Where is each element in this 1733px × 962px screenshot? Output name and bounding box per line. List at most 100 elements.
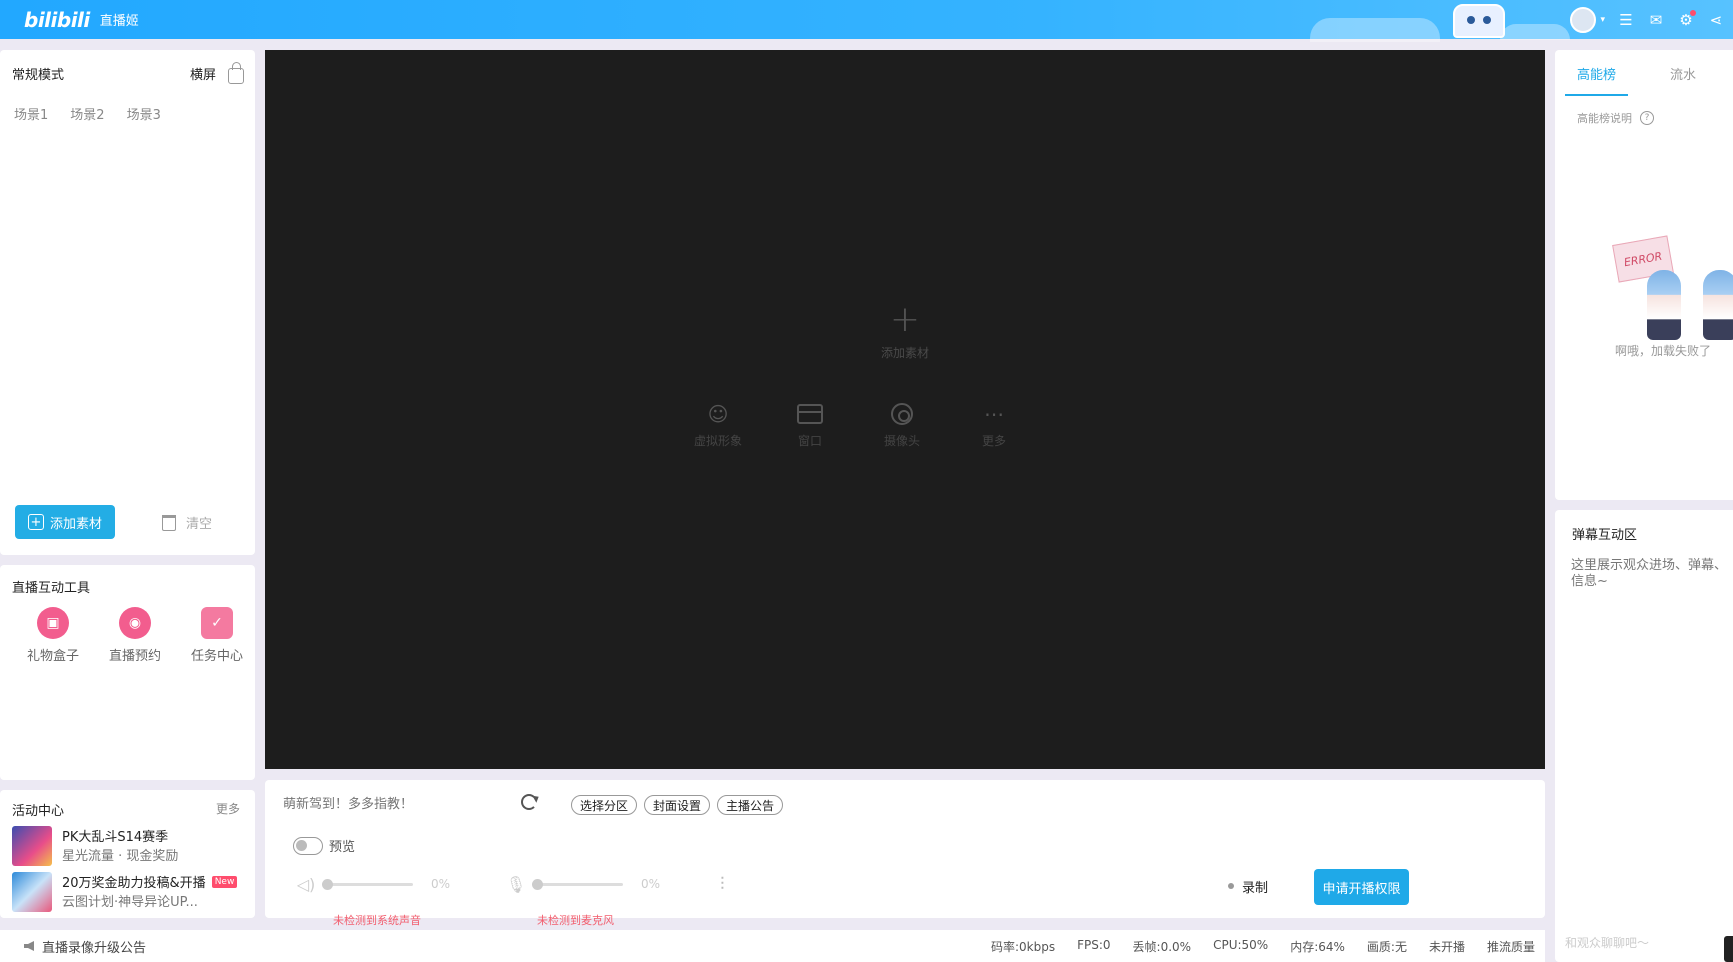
- activity-thumbnail: [12, 826, 52, 866]
- chibi-character: [1703, 270, 1733, 340]
- system-audio-control: ◁) 0%: [295, 874, 450, 894]
- tab-scene-1[interactable]: 场景1: [14, 104, 48, 123]
- cloud-decoration: [1310, 18, 1440, 42]
- window-edge-handle: [1724, 936, 1733, 962]
- lock-icon[interactable]: [228, 61, 244, 84]
- clear-button[interactable]: 清空: [162, 513, 212, 532]
- activity-title: 活动中心: [12, 804, 65, 819]
- tool-gift-box[interactable]: ▣ 礼物盒子: [22, 607, 84, 664]
- orientation-toggle[interactable]: 横屏: [190, 64, 216, 83]
- tool-label: 任务中心: [190, 649, 243, 664]
- speaker-icon[interactable]: ◁): [295, 874, 317, 894]
- source-label: 虚拟形象: [693, 434, 742, 448]
- system-volume-percent: 0%: [431, 877, 451, 891]
- interaction-tools-panel: 直播互动工具 ▣ 礼物盒子 ◉ 直播预约 ✓ 任务中心: [0, 565, 255, 780]
- record-button[interactable]: 录制: [1205, 869, 1291, 903]
- record-label: 录制: [1241, 880, 1268, 896]
- mixer-icon[interactable]: ⫶: [720, 874, 725, 895]
- mic-warning: 未检测到麦克风: [537, 914, 614, 927]
- mail-icon[interactable]: ✉: [1647, 11, 1665, 29]
- stat-quality: 画质:无: [1366, 939, 1407, 954]
- top-right-controls: ▾ ☰ ✉ ⚙ ⋖: [1570, 7, 1725, 33]
- activity-item[interactable]: 20万奖金助力投稿&开播 New 云图计划·神导异论UP...: [12, 872, 250, 912]
- status-bar: 直播录像升级公告 码率:0kbps FPS:0 丢帧:0.0% CPU:50% …: [0, 930, 1545, 962]
- tool-task-center[interactable]: ✓ 任务中心: [186, 607, 248, 664]
- plus-icon: +: [889, 299, 921, 340]
- stream-quality-link[interactable]: 推流质量: [1487, 938, 1535, 955]
- activity-name: PK大乱斗S14赛季: [62, 830, 169, 845]
- scene-panel: 常规模式 横屏 场景1 场景2 场景3 + 添加素材 清空: [0, 50, 255, 555]
- share-icon[interactable]: ⋖: [1707, 11, 1725, 29]
- user-avatar[interactable]: [1570, 7, 1597, 33]
- tab-flow[interactable]: 流水: [1670, 64, 1696, 83]
- mascot-icon: [1453, 4, 1505, 38]
- load-fail-text: 啊哦，加载失败了: [1615, 344, 1712, 358]
- settings-icon[interactable]: ⚙: [1677, 10, 1696, 29]
- microphone-icon[interactable]: 🎙: [505, 874, 527, 894]
- source-camera[interactable]: 摄像头: [874, 400, 930, 449]
- source-more[interactable]: ⋯ 更多: [966, 400, 1022, 449]
- mic-volume-percent: 0%: [641, 877, 661, 891]
- question-icon: ?: [1640, 111, 1654, 125]
- mode-selector[interactable]: 常规模式: [12, 64, 64, 83]
- bilibili-logo: bilibili: [24, 7, 90, 32]
- live-title-input[interactable]: [283, 790, 513, 818]
- add-source-center[interactable]: + 添加素材: [855, 302, 955, 361]
- source-virtual-avatar[interactable]: ☺ 虚拟形象: [690, 400, 746, 449]
- activity-item[interactable]: PK大乱斗S14赛季 星光流量 · 现金奖励: [12, 826, 250, 866]
- rank-help[interactable]: 高能榜说明 ?: [1577, 110, 1654, 126]
- add-source-button[interactable]: + 添加素材: [15, 505, 115, 539]
- live-control-panel: 选择分区 封面设置 主播公告 预览 ◁) 0% 未检测到系统声音 🎙 0% 未检…: [265, 780, 1545, 927]
- source-label: 更多: [981, 434, 1006, 448]
- mic-volume-slider[interactable]: [532, 878, 623, 890]
- danmaku-panel: 弹幕互动区 这里展示观众进场、弹幕、信息~ 和观众聊聊吧～: [1555, 510, 1733, 962]
- window-icon: [796, 400, 824, 428]
- danmaku-input[interactable]: 和观众聊聊吧～: [1565, 934, 1705, 951]
- tools-title: 直播互动工具: [12, 581, 91, 596]
- refresh-icon[interactable]: [521, 794, 537, 810]
- menu-icon[interactable]: ☰: [1617, 11, 1635, 29]
- toggle-switch[interactable]: [293, 836, 323, 855]
- slider-knob[interactable]: [322, 878, 333, 890]
- tool-live-reservation[interactable]: ◉ 直播预约: [104, 607, 166, 664]
- rank-tabs: 高能榜 流水: [1564, 50, 1696, 96]
- system-volume-slider[interactable]: [322, 878, 413, 890]
- danmaku-description: 这里展示观众进场、弹幕、信息~: [1571, 558, 1728, 589]
- tab-scene-3[interactable]: 场景3: [127, 104, 161, 123]
- chevron-down-icon[interactable]: ▾: [1600, 15, 1605, 25]
- announcement-icon: [24, 941, 34, 951]
- stat-memory: 内存:64%: [1290, 939, 1345, 954]
- activity-name: 20万奖金助力投稿&开播: [62, 876, 206, 891]
- scene-tabs: 场景1 场景2 场景3: [14, 104, 161, 123]
- stream-stats: 码率:0kbps FPS:0 丢帧:0.0% CPU:50% 内存:64% 画质…: [991, 938, 1535, 955]
- activity-text: 20万奖金助力投稿&开播 New 云图计划·神导异论UP...: [62, 872, 238, 912]
- activity-thumbnail: [12, 872, 52, 912]
- announcement-button[interactable]: 主播公告: [717, 795, 784, 815]
- notice-text: 直播录像升级公告: [42, 940, 147, 956]
- preview-canvas[interactable]: + 添加素材 ☺ 虚拟形象 窗口 摄像头 ⋯ 更多: [265, 50, 1545, 769]
- rank-help-label: 高能榜说明: [1577, 112, 1632, 125]
- activity-header: 活动中心 更多: [12, 800, 240, 819]
- tab-scene-2[interactable]: 场景2: [70, 104, 104, 123]
- camera-icon: [888, 400, 916, 428]
- activity-panel: 活动中心 更多 PK大乱斗S14赛季 星光流量 · 现金奖励 20万奖金助力投稿…: [0, 790, 255, 918]
- activity-sub: 云图计划·神导异论UP...: [62, 895, 198, 910]
- activity-more-link[interactable]: 更多: [216, 800, 240, 819]
- mic-audio-control: 🎙 0%: [505, 874, 660, 894]
- plus-icon: +: [27, 514, 44, 530]
- apply-live-permission-button[interactable]: 申请开播权限: [1314, 869, 1409, 905]
- tab-high-energy-rank[interactable]: 高能榜: [1564, 50, 1629, 96]
- select-category-button[interactable]: 选择分区: [571, 795, 638, 815]
- notification-dot: [1690, 10, 1696, 16]
- app-name: 直播姬: [99, 14, 139, 29]
- tool-label: 直播预约: [108, 649, 161, 664]
- source-window[interactable]: 窗口: [782, 400, 838, 449]
- slider-knob[interactable]: [532, 878, 543, 890]
- live-reservation-icon: ◉: [119, 607, 151, 639]
- task-center-icon: ✓: [201, 607, 233, 639]
- notice-link[interactable]: 直播录像升级公告: [24, 937, 146, 956]
- preview-toggle[interactable]: 预览: [293, 836, 355, 855]
- clear-label: 清空: [186, 517, 213, 532]
- top-bar: bilibili 直播姬 ▾ ☰ ✉ ⚙ ⋖: [0, 0, 1733, 42]
- cover-settings-button[interactable]: 封面设置: [644, 795, 711, 815]
